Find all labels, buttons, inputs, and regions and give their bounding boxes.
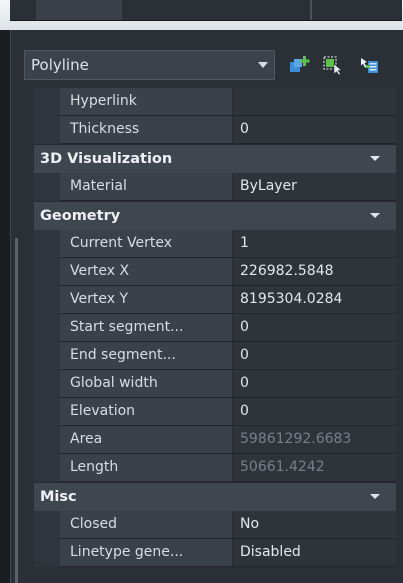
property-label: Elevation (60, 398, 232, 425)
property-row-material[interactable]: Material ByLayer (34, 173, 396, 201)
property-value[interactable]: 226982.5848 (234, 258, 396, 285)
property-value-readonly: 50661.4242 (234, 454, 396, 481)
property-value[interactable]: 0 (234, 398, 396, 425)
property-label: Closed (60, 511, 232, 538)
property-value[interactable] (234, 88, 396, 115)
property-row-end-segment[interactable]: End segment... 0 (34, 342, 396, 370)
property-row-linetype-generation[interactable]: Linetype gene... Disabled (34, 539, 396, 567)
chevron-down-icon[interactable] (370, 156, 380, 161)
quick-select-icon[interactable] (358, 55, 380, 75)
category-misc[interactable]: Misc (34, 482, 396, 511)
property-label: Start segment... (60, 314, 232, 341)
property-row-thickness[interactable]: Thickness 0 (34, 116, 396, 144)
property-row-vertex-y[interactable]: Vertex Y 8195304.0284 (34, 286, 396, 314)
property-label: Thickness (60, 116, 232, 143)
property-value[interactable]: 0 (234, 314, 396, 341)
property-label: Vertex X (60, 258, 232, 285)
property-value[interactable]: 1 (234, 230, 396, 257)
property-row-current-vertex[interactable]: Current Vertex 1 (34, 230, 396, 258)
property-row-length: Length 50661.4242 (34, 454, 396, 482)
property-row-closed[interactable]: Closed No (34, 511, 396, 539)
panel-tab-strip (10, 0, 402, 21)
property-label: Linetype gene... (60, 539, 232, 566)
property-value[interactable]: Disabled (234, 539, 396, 566)
property-label: Vertex Y (60, 286, 232, 313)
property-label: Global width (60, 370, 232, 397)
property-grid: Hyperlink Thickness 0 3D Visualization M… (34, 88, 396, 567)
category-title: 3D Visualization (40, 151, 173, 167)
vertical-scrollbar[interactable] (15, 238, 18, 583)
property-row-global-width[interactable]: Global width 0 (34, 370, 396, 398)
property-row-area: Area 59861292.6683 (34, 426, 396, 454)
tab-divider (310, 0, 312, 20)
toggle-pickadd-icon[interactable] (288, 55, 310, 75)
property-value[interactable]: 0 (234, 370, 396, 397)
property-value-readonly: 59861292.6683 (234, 426, 396, 453)
property-row-start-segment[interactable]: Start segment... 0 (34, 314, 396, 342)
property-row-hyperlink[interactable]: Hyperlink (34, 88, 396, 116)
property-label: Current Vertex (60, 230, 232, 257)
property-label: Length (60, 454, 232, 481)
object-type-dropdown[interactable]: Polyline (24, 50, 275, 80)
property-value[interactable]: 8195304.0284 (234, 286, 396, 313)
property-row-elevation[interactable]: Elevation 0 (34, 398, 396, 426)
object-type-value: Polyline (31, 56, 89, 74)
property-value[interactable]: ByLayer (234, 173, 396, 200)
property-label: Material (60, 173, 232, 200)
property-row-vertex-x[interactable]: Vertex X 226982.5848 (34, 258, 396, 286)
property-label: Area (60, 426, 232, 453)
chevron-down-icon[interactable] (370, 213, 380, 218)
category-3d-visualization[interactable]: 3D Visualization (34, 144, 396, 173)
chevron-down-icon (258, 62, 268, 68)
category-geometry[interactable]: Geometry (34, 201, 396, 230)
property-value[interactable]: 0 (234, 116, 396, 143)
window-top-strip (0, 0, 403, 30)
object-selector-row: Polyline (24, 50, 394, 82)
property-label: Hyperlink (60, 88, 232, 115)
property-value[interactable]: No (234, 511, 396, 538)
property-value[interactable]: 0 (234, 342, 396, 369)
property-label: End segment... (60, 342, 232, 369)
category-title: Misc (40, 489, 77, 505)
chevron-down-icon[interactable] (370, 494, 380, 499)
category-title: Geometry (40, 208, 121, 224)
select-objects-icon[interactable] (322, 55, 344, 75)
panel-tab[interactable] (36, 0, 122, 20)
